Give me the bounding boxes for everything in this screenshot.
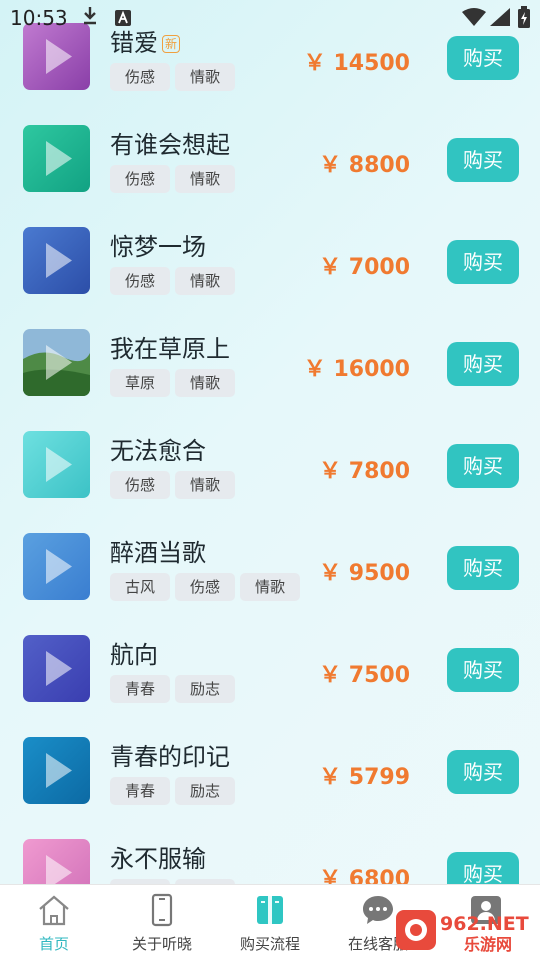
song-title-text: 青春的印记	[110, 743, 230, 771]
song-tag: 伤感	[110, 165, 170, 193]
song-tags: 草原 情歌	[110, 369, 235, 397]
song-title: 永不服输	[110, 839, 206, 874]
song-price: ￥ 16000	[303, 357, 410, 382]
song-title-text: 有谁会想起	[110, 131, 230, 159]
song-price: ￥ 7500	[319, 663, 410, 688]
song-row[interactable]: 无法愈合伤感 情歌 ￥ 7800 购买	[0, 428, 540, 530]
song-price: ￥ 8800	[319, 153, 410, 178]
song-title: 有谁会想起	[110, 125, 230, 160]
phone-icon	[147, 893, 177, 931]
buy-button[interactable]: 购买	[447, 750, 519, 794]
song-thumbnail[interactable]	[23, 635, 90, 702]
buy-button[interactable]: 购买	[447, 36, 519, 80]
song-title: 惊梦一场	[110, 227, 206, 262]
song-title-text: 无法愈合	[110, 437, 206, 465]
song-title: 青春的印记	[110, 737, 230, 772]
song-thumbnail[interactable]	[23, 329, 90, 396]
buy-button[interactable]: 购买	[447, 444, 519, 488]
song-tags: 青春 励志	[110, 675, 235, 703]
song-list[interactable]: 错爱新伤感 情歌 ￥ 14500 购买 有谁会想起 伤感 情歌 ￥ 8800 购买 惊梦一场 伤感情…	[0, 0, 540, 884]
home-icon	[36, 893, 72, 931]
song-title: 航向	[110, 635, 158, 670]
song-tag: 伤感	[110, 471, 170, 499]
watermark-logo: 962.NET 乐游网	[396, 904, 536, 956]
song-tag: 青春	[110, 675, 170, 703]
song-tag: 励志	[175, 777, 235, 805]
song-title-text: 惊梦一场	[110, 233, 206, 261]
song-title-text: 航向	[110, 641, 158, 669]
song-price: ￥ 7000	[319, 255, 410, 280]
song-row[interactable]: 永不服输 ￥ 6800 购买	[0, 836, 540, 884]
song-tag: 励志	[175, 675, 235, 703]
status-bar: 10:53	[0, 0, 540, 34]
song-title: 我在草原上	[110, 329, 230, 364]
buy-button[interactable]: 购买	[447, 240, 519, 284]
tab-purchase-process[interactable]: 购买流程	[216, 885, 324, 960]
song-tag: 伤感	[110, 267, 170, 295]
song-row[interactable]: 有谁会想起伤感 情歌 ￥ 8800 购买	[0, 122, 540, 224]
song-tags: 伤感 情歌	[110, 267, 235, 295]
song-thumbnail[interactable]	[23, 227, 90, 294]
song-row[interactable]: 惊梦一场伤感 情歌 ￥ 7000 购买	[0, 224, 540, 326]
song-tag: 草原	[110, 369, 170, 397]
song-tags: 伤感 情歌	[110, 165, 235, 193]
song-tag: 情歌	[175, 369, 235, 397]
buy-button[interactable]: 购买	[447, 648, 519, 692]
song-price: ￥ 14500	[303, 51, 410, 76]
song-row[interactable]: 青春的印记青春 励志 ￥ 5799 购买	[0, 734, 540, 836]
signal-icon	[490, 8, 510, 30]
song-price: ￥ 7800	[319, 459, 410, 484]
buy-button[interactable]: 购买	[447, 342, 519, 386]
status-time: 10:53	[10, 6, 68, 30]
watermark-text-sub: 乐游网	[464, 935, 512, 954]
song-tag: 伤感	[175, 573, 235, 601]
buy-button[interactable]: 购买	[447, 852, 519, 884]
app-notification-icon	[115, 10, 131, 30]
song-tag: 古风	[110, 573, 170, 601]
watermark-text-main: 962.NET	[440, 913, 529, 935]
bottom-tab-bar: 首页 关于听晓 购买流程 在线客服 962.NET 乐游网	[0, 884, 540, 960]
song-tags: 青春 励志	[110, 777, 235, 805]
song-tags: 伤感 情歌	[110, 471, 235, 499]
song-title-text: 醉酒当歌	[110, 539, 206, 567]
buy-button[interactable]: 购买	[447, 138, 519, 182]
tab-home[interactable]: 首页	[0, 885, 108, 960]
chat-icon	[360, 893, 396, 931]
song-row[interactable]: 醉酒当歌古风 伤感 情歌 ￥ 9500 购买	[0, 530, 540, 632]
song-tag: 伤感	[110, 63, 170, 91]
song-price: ￥ 9500	[319, 561, 410, 586]
song-thumbnail[interactable]	[23, 431, 90, 498]
song-row[interactable]: 我在草原上草原 情歌 ￥ 16000 购买	[0, 326, 540, 428]
tab-about-label: 关于听晓	[131, 935, 192, 953]
new-badge: 新	[162, 35, 181, 53]
buy-button[interactable]: 购买	[447, 546, 519, 590]
song-title-text: 永不服输	[110, 845, 206, 873]
download-icon	[82, 6, 98, 30]
song-thumbnail[interactable]	[23, 839, 90, 884]
tab-about[interactable]: 关于听晓	[108, 885, 216, 960]
song-tags: 伤感 情歌	[110, 63, 235, 91]
song-tag: 情歌	[175, 165, 235, 193]
tab-purchase-process-label: 购买流程	[239, 935, 300, 953]
song-thumbnail[interactable]	[23, 737, 90, 804]
book-icon	[254, 893, 286, 931]
tab-home-label: 首页	[38, 935, 69, 953]
song-price: ￥ 6800	[319, 867, 410, 884]
song-title-text: 我在草原上	[110, 335, 230, 363]
song-thumbnail[interactable]	[23, 533, 90, 600]
wifi-icon	[462, 8, 486, 30]
song-price: ￥ 5799	[319, 765, 410, 790]
song-tag: 情歌	[175, 471, 235, 499]
song-tag: 情歌	[175, 267, 235, 295]
song-row[interactable]: 错爱新伤感 情歌 ￥ 14500 购买	[0, 20, 540, 122]
song-title: 醉酒当歌	[110, 533, 206, 568]
song-tags: 古风 伤感 情歌	[110, 573, 300, 601]
song-row[interactable]: 航向青春 励志 ￥ 7500 购买	[0, 632, 540, 734]
song-title: 无法愈合	[110, 431, 206, 466]
song-tag: 青春	[110, 777, 170, 805]
song-tag: 情歌	[240, 573, 300, 601]
battery-icon	[518, 6, 530, 32]
song-thumbnail[interactable]	[23, 125, 90, 192]
song-tag: 情歌	[175, 63, 235, 91]
